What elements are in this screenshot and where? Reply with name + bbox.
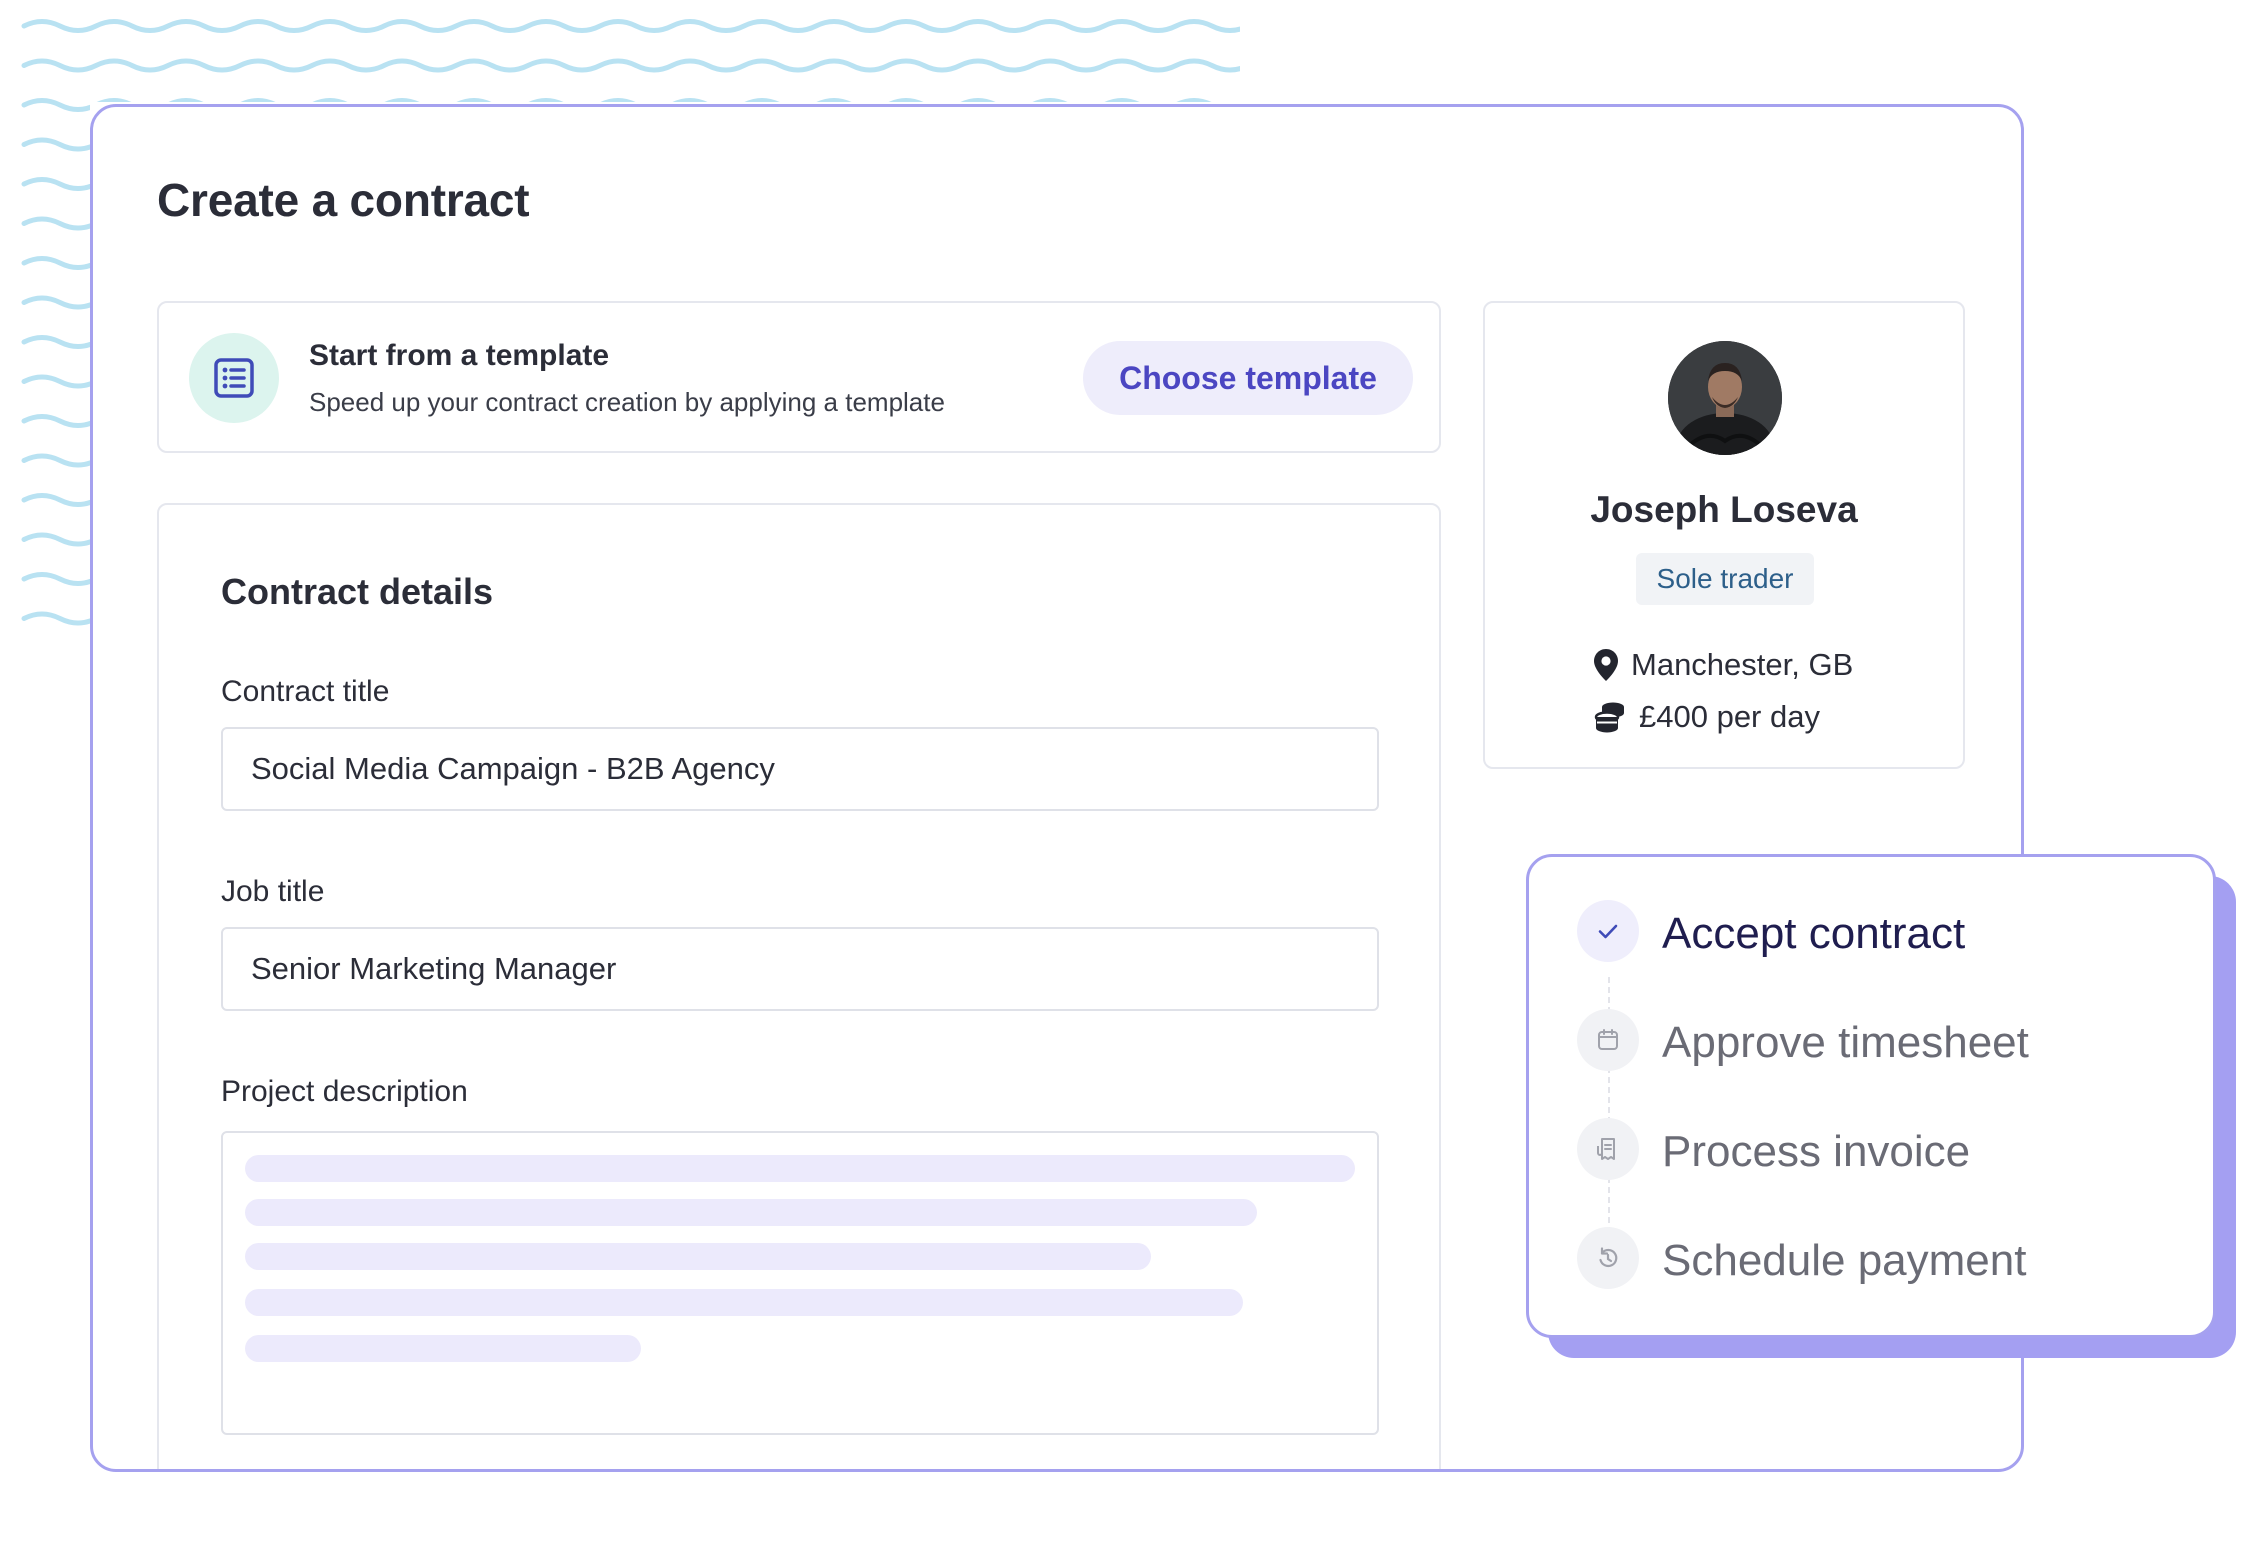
wave-line [21, 19, 1240, 33]
wave-line [21, 58, 1240, 73]
job-title-label: Job title [221, 875, 325, 908]
choose-template-button[interactable]: Choose template [1083, 341, 1413, 415]
job-title-input[interactable] [221, 927, 1379, 1011]
contract-details-heading: Contract details [221, 571, 494, 612]
workflow-steps-card: Accept contract Approve timesheet Proces… [1526, 854, 2216, 1338]
placeholder-line [245, 1243, 1151, 1270]
step-process-invoice[interactable]: Process invoice [1662, 1127, 1970, 1177]
step-accept-contract[interactable]: Accept contract [1662, 909, 1965, 959]
schedule-icon [1577, 1227, 1639, 1289]
invoice-icon [1577, 1118, 1639, 1180]
template-panel: Start from a template Speed up your cont… [157, 301, 1441, 453]
page-title: Create a contract [157, 174, 530, 226]
contract-title-input[interactable] [221, 727, 1379, 811]
location-row: Manchester, GB [1593, 647, 1853, 683]
project-description-textarea[interactable] [221, 1131, 1379, 1435]
calendar-icon [1577, 1009, 1639, 1071]
placeholder-line [245, 1199, 1257, 1226]
placeholder-line [245, 1155, 1355, 1182]
placeholder-line [245, 1289, 1243, 1316]
step-schedule-payment[interactable]: Schedule payment [1662, 1236, 2026, 1286]
contract-details-panel: Contract details Contract title Job titl… [157, 503, 1441, 1469]
rate-text: £400 per day [1639, 699, 1820, 734]
avatar [1668, 341, 1782, 455]
template-title: Start from a template [309, 339, 610, 372]
freelancer-name: Joseph Loseva [1590, 489, 1858, 530]
template-subtitle: Speed up your contract creation by apply… [309, 387, 945, 417]
status-badge: Sole trader [1636, 553, 1814, 605]
location-pin-icon [1594, 649, 1618, 681]
rate-row: £400 per day [1593, 699, 1820, 735]
freelancer-profile-card: Joseph Loseva Sole trader Manchester, GB… [1483, 301, 1965, 769]
check-icon [1577, 900, 1639, 962]
step-approve-timesheet[interactable]: Approve timesheet [1662, 1018, 2029, 1068]
list-icon [189, 333, 279, 423]
project-description-label: Project description [221, 1075, 468, 1108]
location-text: Manchester, GB [1631, 647, 1854, 682]
contract-title-label: Contract title [221, 675, 390, 708]
placeholder-line [245, 1335, 641, 1362]
coins-icon [1594, 702, 1624, 733]
